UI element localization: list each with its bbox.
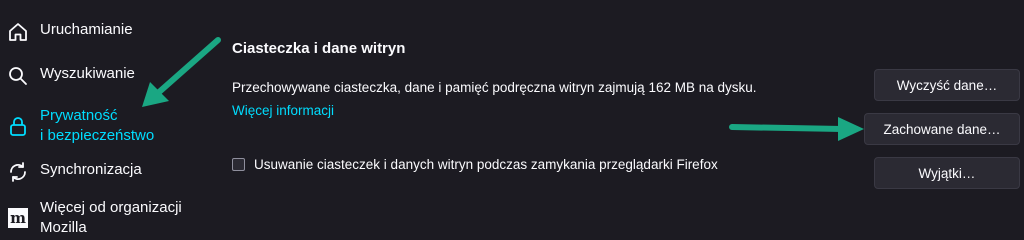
manage-data-button[interactable]: Zachowane dane… bbox=[864, 113, 1020, 145]
delete-on-close-checkbox[interactable] bbox=[232, 158, 245, 171]
sidebar-item-more-from-mozilla[interactable]: m Więcej od organizacji Mozilla bbox=[6, 198, 200, 238]
mozilla-icon: m bbox=[6, 206, 30, 230]
delete-on-close-option[interactable]: Usuwanie ciasteczek i danych witryn podc… bbox=[232, 157, 718, 172]
exceptions-button[interactable]: Wyjątki… bbox=[874, 157, 1020, 189]
sidebar-item-label: Synchronizacja bbox=[40, 161, 142, 178]
storage-usage-text: Przechowywane ciasteczka, dane i pamięć … bbox=[232, 80, 757, 95]
clear-data-button[interactable]: Wyczyść dane… bbox=[874, 69, 1020, 101]
sidebar-item-label: Prywatność i bezpieczeństwo bbox=[40, 107, 155, 144]
svg-text:m: m bbox=[10, 209, 26, 227]
delete-on-close-label: Usuwanie ciasteczek i danych witryn podc… bbox=[254, 157, 718, 172]
home-icon bbox=[6, 20, 30, 44]
sidebar-item-sync[interactable]: Synchronizacja bbox=[6, 160, 210, 184]
sync-icon bbox=[6, 160, 30, 184]
sidebar-item-privacy-security[interactable]: Prywatność i bezpieczeństwo bbox=[6, 106, 210, 146]
search-icon bbox=[6, 64, 30, 88]
lock-icon bbox=[6, 114, 30, 138]
sidebar-item-label: Więcej od organizacji Mozilla bbox=[40, 199, 182, 236]
sidebar-item-search[interactable]: Wyszukiwanie bbox=[6, 64, 210, 88]
section-title: Ciasteczka i dane witryn bbox=[232, 40, 406, 57]
learn-more-link[interactable]: Więcej informacji bbox=[232, 103, 334, 118]
sidebar-item-label: Wyszukiwanie bbox=[40, 65, 135, 82]
sidebar-item-home[interactable]: Uruchamianie bbox=[6, 20, 210, 44]
annotation-arrow-manage-data bbox=[729, 117, 864, 141]
sidebar-item-label: Uruchamianie bbox=[40, 21, 133, 38]
